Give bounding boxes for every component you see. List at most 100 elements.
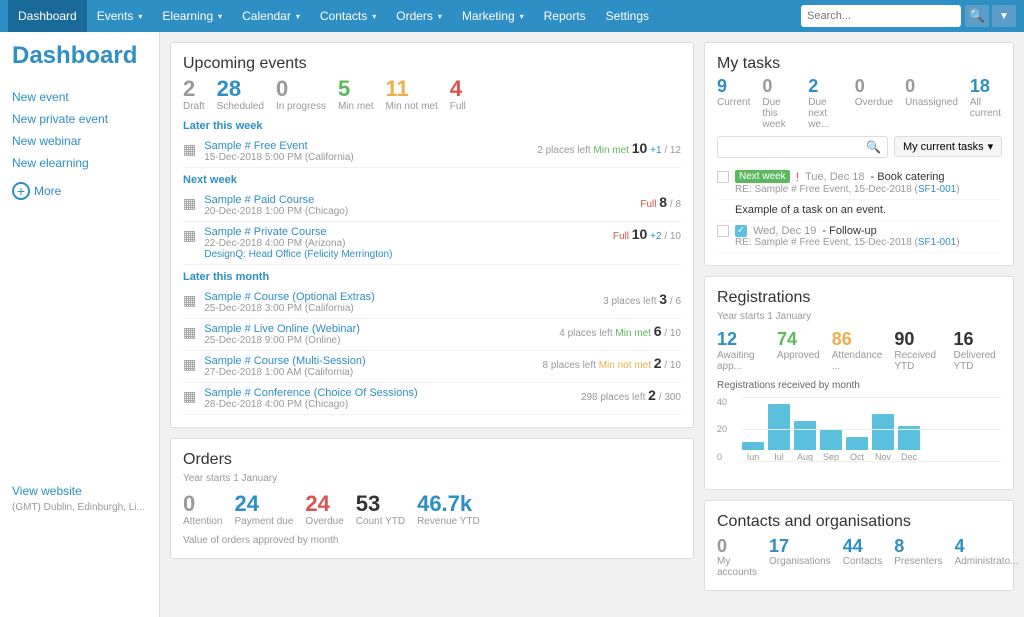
- task-checkbox[interactable]: [717, 171, 729, 183]
- upcoming-events-panel: Upcoming events 2 Draft 28 Scheduled 0 I…: [170, 42, 694, 428]
- event-date: 20-Dec-2018 1:00 PM (Chicago): [204, 206, 632, 217]
- page-title: Dashboard: [12, 42, 147, 70]
- chart-bar-label: Sep: [823, 452, 839, 462]
- section-later-this-week: Later this week: [183, 120, 681, 132]
- left-column: Upcoming events 2 Draft 28 Scheduled 0 I…: [170, 42, 694, 607]
- chevron-down-icon: ▾: [138, 12, 142, 21]
- event-name[interactable]: Sample # Free Event: [204, 140, 529, 152]
- user-icon: ▼: [999, 11, 1009, 22]
- registrations-chart: 40 20 0 IunIulAugSepOctNovDec: [717, 397, 1001, 477]
- sidebar-link-new-private-event[interactable]: New private event: [12, 108, 147, 130]
- nav-contacts[interactable]: Contacts ▾: [310, 0, 386, 32]
- orders-subtitle: Year starts 1 January: [183, 473, 681, 484]
- chevron-down-icon: ▾: [988, 140, 994, 153]
- chart-bar-label: Iun: [747, 452, 760, 462]
- stat-full: 4 Full: [450, 77, 466, 112]
- registrations-stats: 12 Awaiting app... 74 Approved 86 Attend…: [717, 330, 1001, 372]
- user-menu-button[interactable]: ▼: [992, 5, 1016, 27]
- event-name[interactable]: Sample # Private Course: [204, 226, 605, 238]
- nav-settings[interactable]: Settings: [596, 0, 659, 32]
- event-date: 22-Dec-2018 4:00 PM (Arizona): [204, 238, 605, 249]
- page-layout: Dashboard New event New private event Ne…: [0, 32, 1024, 617]
- section-next-week: Next week: [183, 174, 681, 186]
- top-navigation: Dashboard Events ▾ Elearning ▾ Calendar …: [0, 0, 1024, 32]
- section-later-this-month: Later this month: [183, 271, 681, 283]
- nav-orders[interactable]: Orders ▾: [386, 0, 452, 32]
- event-row: ▦ Sample # Free Event 15-Dec-2018 5:00 P…: [183, 136, 681, 168]
- orders-panel: Orders Year starts 1 January 0 Attention…: [170, 438, 694, 559]
- sidebar-link-new-event[interactable]: New event: [12, 86, 147, 108]
- registrations-title: Registrations: [717, 289, 1001, 307]
- upcoming-events-title: Upcoming events: [183, 55, 681, 73]
- nav-dashboard[interactable]: Dashboard: [8, 0, 87, 32]
- search-icon: 🔍: [866, 140, 881, 154]
- stat-min-met-label: Min met: [338, 101, 374, 112]
- global-search-button[interactable]: 🔍: [965, 5, 989, 27]
- event-date: 15-Dec-2018 5:00 PM (California): [204, 152, 529, 163]
- calendar-icon: ▦: [183, 292, 196, 309]
- task-checkbox[interactable]: [717, 225, 729, 237]
- calendar-icon: ▦: [183, 356, 196, 373]
- tasks-filter-button[interactable]: My current tasks ▾: [894, 136, 1002, 157]
- tasks-search-row: 🔍 My current tasks ▾: [717, 136, 1001, 158]
- task-row: Example of a task on an event.: [717, 200, 1001, 221]
- event-count: 10: [632, 140, 648, 156]
- chart-bar: [768, 404, 790, 450]
- main-content: Upcoming events 2 Draft 28 Scheduled 0 I…: [160, 32, 1024, 617]
- nav-elearning[interactable]: Elearning ▾: [152, 0, 232, 32]
- chart-bar: [872, 414, 894, 450]
- global-search-input[interactable]: [807, 10, 937, 22]
- stat-full-number: 4: [450, 77, 462, 101]
- event-row: ▦ Sample # Course (Optional Extras) 25-D…: [183, 287, 681, 319]
- event-row: ▦ Sample # Live Online (Webinar) 25-Dec-…: [183, 319, 681, 351]
- sidebar-link-new-webinar[interactable]: New webinar: [12, 130, 147, 152]
- stat-in-progress-number: 0: [276, 77, 288, 101]
- my-tasks-panel: My tasks 9 Current 0 Due this week 2 Due…: [704, 42, 1014, 266]
- chart-bar-label: Nov: [875, 452, 891, 462]
- task-sub: RE: Sample # Free Event, 15-Dec-2018 (SF…: [735, 184, 1001, 195]
- chart-bar-label: Oct: [850, 452, 864, 462]
- stat-scheduled-label: Scheduled: [217, 101, 264, 112]
- calendar-icon: ▦: [183, 388, 196, 405]
- stat-min-not-met-label: Min not met: [386, 101, 438, 112]
- chart-bar: [846, 437, 868, 450]
- task-week-badge: Next week: [735, 170, 790, 183]
- task-row: ✓ Wed, Dec 19 - Follow-up RE: Sample # F…: [717, 221, 1001, 253]
- timezone-info: (GMT) Dublin, Edinburgh, Li...: [12, 502, 147, 513]
- chart-title: Registrations received by month: [717, 380, 1001, 391]
- nav-marketing[interactable]: Marketing ▾: [452, 0, 534, 32]
- chart-bar-label: Dec: [901, 452, 917, 462]
- chart-bar: [742, 442, 764, 450]
- task-row: Next week ! Tue, Dec 18 - Book catering …: [717, 166, 1001, 200]
- more-button[interactable]: + More: [12, 182, 147, 200]
- chart-bar-label: Iul: [774, 452, 784, 462]
- chart-bar-label: Aug: [797, 452, 813, 462]
- view-website-link[interactable]: View website: [12, 480, 147, 502]
- chevron-down-icon: ▾: [520, 12, 524, 21]
- nav-events[interactable]: Events ▾: [87, 0, 153, 32]
- nav-calendar[interactable]: Calendar ▾: [232, 0, 310, 32]
- calendar-icon: ▦: [183, 324, 196, 341]
- plus-icon: +: [12, 182, 30, 200]
- event-location: DesignQ: Head Office (Felicity Merringto…: [204, 249, 605, 260]
- task-check-icon: ✓: [735, 225, 747, 237]
- tasks-search-input[interactable]: [724, 141, 866, 153]
- stat-min-met-number: 5: [338, 77, 350, 101]
- orders-title: Orders: [183, 451, 681, 469]
- stat-in-progress: 0 In progress: [276, 77, 326, 112]
- event-row: ▦ Sample # Paid Course 20-Dec-2018 1:00 …: [183, 190, 681, 222]
- orders-stats: 0 Attention 24 Payment due 24 Overdue 53…: [183, 492, 681, 527]
- chevron-down-icon: ▾: [296, 12, 300, 21]
- chart-bar-group: Aug: [794, 421, 816, 462]
- sidebar-link-new-elearning[interactable]: New elearning: [12, 152, 147, 174]
- contacts-title: Contacts and organisations: [717, 513, 1001, 531]
- stat-min-not-met: 11 Min not met: [386, 77, 438, 112]
- global-search-box: [801, 5, 961, 27]
- nav-reports[interactable]: Reports: [534, 0, 596, 32]
- my-tasks-title: My tasks: [717, 55, 1001, 73]
- chart-bars: Iun Iul Aug Sep Oct Nov Dec: [717, 397, 1001, 462]
- contacts-stats: 0 My accounts 17 Organisations 44 Contac…: [717, 537, 1001, 579]
- event-name[interactable]: Sample # Paid Course: [204, 194, 632, 206]
- event-row: ▦ Sample # Conference (Choice Of Session…: [183, 383, 681, 415]
- registrations-panel: Registrations Year starts 1 January 12 A…: [704, 276, 1014, 490]
